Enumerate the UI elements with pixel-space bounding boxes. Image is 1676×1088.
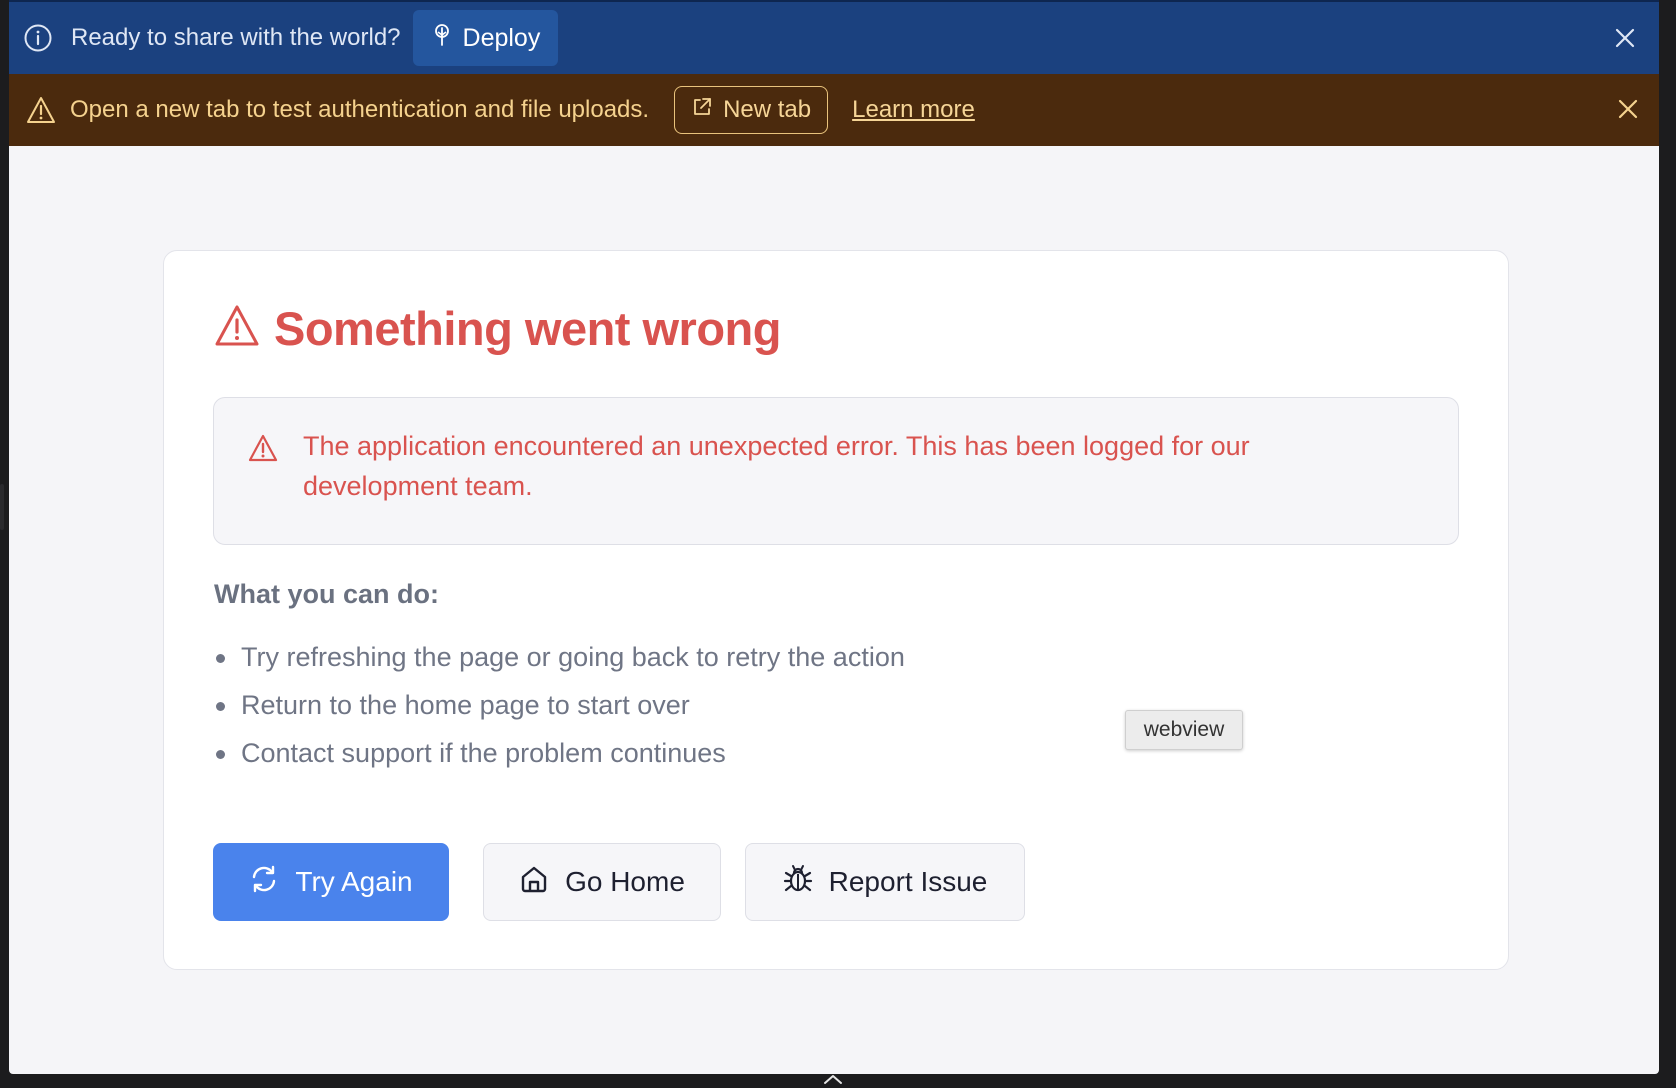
try-again-label: Try Again: [295, 866, 413, 897]
error-title-row: Something went wrong: [214, 301, 781, 356]
learn-more-link[interactable]: Learn more: [852, 96, 975, 124]
refresh-icon: [249, 864, 295, 901]
home-icon: [519, 864, 565, 901]
list-item: Try refreshing the page or going back to…: [214, 635, 905, 683]
error-card: Something went wrong The application enc…: [163, 250, 1509, 970]
new-tab-label: New tab: [723, 96, 812, 123]
auth-warning-text: Open a new tab to test authentication an…: [70, 96, 650, 123]
go-home-label: Go Home: [565, 866, 685, 897]
window-resize-handle[interactable]: [0, 484, 4, 530]
what-you-can-do-heading: What you can do:: [214, 579, 439, 609]
report-issue-label: Report Issue: [828, 866, 988, 897]
go-home-button[interactable]: Go Home: [483, 843, 721, 921]
deploy-banner: Ready to share with the world? Deploy: [9, 0, 1659, 74]
webview-tooltip: webview: [1125, 710, 1243, 750]
info-circle-icon: [23, 23, 53, 53]
deploy-button[interactable]: Deploy: [412, 10, 559, 66]
report-issue-button[interactable]: Report Issue: [745, 843, 1025, 921]
warning-triangle-icon: [26, 96, 56, 124]
warning-triangle-icon: [214, 304, 260, 353]
webview-frame: Ready to share with the world? Deploy Op…: [9, 0, 1659, 1074]
error-alert: The application encountered an unexpecte…: [213, 397, 1459, 545]
list-item: Contact support if the problem continues: [214, 731, 905, 779]
close-icon[interactable]: [1613, 26, 1637, 55]
suggestions-list: Try refreshing the page or going back to…: [214, 635, 905, 779]
deploy-banner-text: Ready to share with the world?: [71, 24, 401, 51]
new-tab-button[interactable]: New tab: [674, 86, 829, 134]
warning-triangle-icon: [248, 434, 278, 467]
close-icon[interactable]: [1616, 97, 1640, 126]
error-alert-text: The application encountered an unexpecte…: [303, 431, 1250, 501]
try-again-button[interactable]: Try Again: [213, 843, 449, 921]
deploy-button-label: Deploy: [462, 23, 541, 52]
auth-warning-banner: Open a new tab to test authentication an…: [9, 74, 1659, 146]
bug-icon: [783, 864, 829, 901]
list-item: Return to the home page to start over: [214, 683, 905, 731]
external-link-icon: [691, 96, 723, 125]
page-title: Something went wrong: [274, 302, 781, 355]
deploy-icon: [431, 23, 463, 54]
chevron-up-icon[interactable]: [822, 1072, 844, 1088]
